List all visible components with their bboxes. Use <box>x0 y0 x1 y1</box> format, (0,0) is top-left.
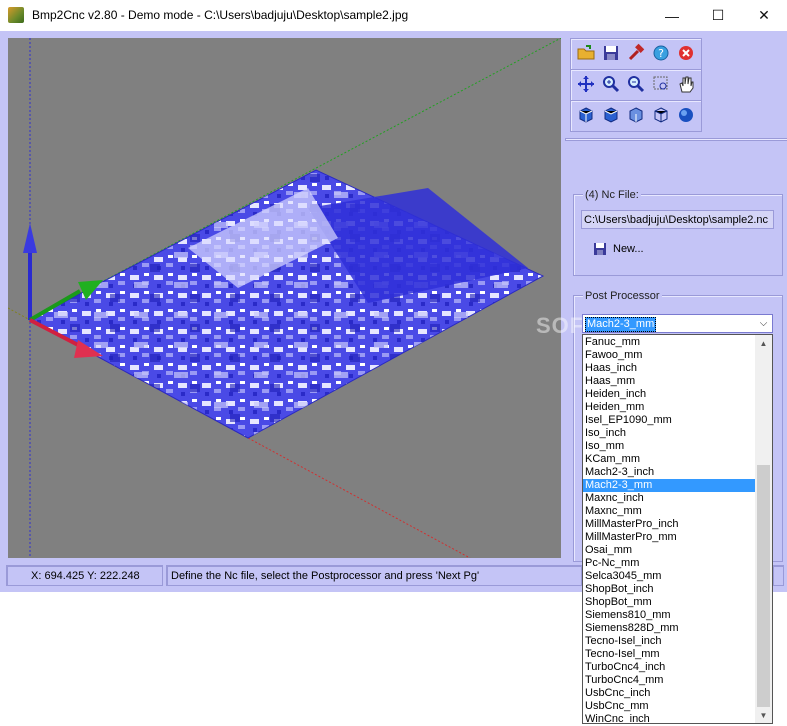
zoom-window-icon <box>653 76 668 90</box>
post-processor-option[interactable]: UsbCnc_inch <box>583 687 756 700</box>
post-processor-option[interactable]: Osai_mm <box>583 544 756 557</box>
app-icon <box>8 7 24 23</box>
close-button[interactable]: ✕ <box>741 0 787 31</box>
cube-view-2-icon <box>604 107 618 123</box>
chevron-down-icon[interactable]: ⌵ <box>755 315 772 332</box>
post-processor-option[interactable]: Siemens810_mm <box>583 609 756 622</box>
post-processor-label: Post Processor <box>583 290 662 302</box>
minimize-button[interactable]: — <box>649 0 695 31</box>
scroll-up-icon[interactable]: ▲ <box>755 335 772 351</box>
zoom-out-button[interactable] <box>626 74 646 94</box>
cube-wireframe-icon <box>654 107 668 123</box>
post-processor-options: Fanuc_mm Fawoo_mm Haas_inch Haas_mm Heiden_i… <box>583 336 756 723</box>
post-processor-option[interactable]: Heiden_inch <box>583 388 756 401</box>
zoom-in-icon <box>603 76 620 93</box>
hammer-button[interactable] <box>626 43 646 63</box>
post-processor-option[interactable]: WinCnc_inch <box>583 713 756 723</box>
viewport-canvas <box>8 38 561 558</box>
scroll-down-icon[interactable]: ▼ <box>755 707 772 723</box>
post-processor-option[interactable]: TurboCnc4_inch <box>583 661 756 674</box>
post-processor-dropdown[interactable]: Fanuc_mm Fawoo_mm Haas_inch Haas_mm Heiden_i… <box>582 334 773 724</box>
post-processor-option[interactable]: Siemens828D_mm <box>583 622 756 635</box>
post-processor-option[interactable]: Tecno-Isel_mm <box>583 648 756 661</box>
zoom-in-button[interactable] <box>601 74 621 94</box>
move-arrows-button[interactable] <box>576 74 596 94</box>
post-processor-option[interactable]: Maxnc_inch <box>583 492 756 505</box>
post-processor-option[interactable]: Iso_mm <box>583 440 756 453</box>
save-disk-button[interactable] <box>601 43 621 63</box>
cube-wireframe-button[interactable] <box>651 105 671 125</box>
post-processor-option[interactable]: ShopBot_inch <box>583 583 756 596</box>
post-processor-option[interactable]: MillMasterPro_inch <box>583 518 756 531</box>
post-processor-option[interactable]: ShopBot_mm <box>583 596 756 609</box>
status-grip <box>772 565 784 586</box>
right-panel-divider <box>565 138 787 141</box>
zoom-window-button[interactable] <box>651 74 671 94</box>
3d-viewport[interactable] <box>8 38 561 558</box>
post-processor-option[interactable]: KCam_mm <box>583 453 756 466</box>
post-processor-option[interactable]: Fanuc_mm <box>583 336 756 349</box>
post-processor-selected: Mach2-3_mm <box>585 317 657 332</box>
post-processor-combobox[interactable]: Mach2-3_mm ⌵ <box>582 314 773 333</box>
help-icon: ? <box>653 45 669 61</box>
scroll-thumb[interactable] <box>757 465 770 707</box>
post-processor-option[interactable]: UsbCnc_mm <box>583 700 756 713</box>
post-processor-option[interactable]: Maxnc_mm <box>583 505 756 518</box>
svg-text:?: ? <box>658 47 664 60</box>
cube-view-1-icon <box>579 107 593 123</box>
save-disk-icon <box>594 243 606 255</box>
open-folder-button[interactable] <box>576 43 596 63</box>
hammer-icon <box>628 43 645 61</box>
z-axis-arrow-head <box>23 223 37 253</box>
sphere-button[interactable] <box>676 105 696 125</box>
post-processor-option[interactable]: MillMasterPro_mm <box>583 531 756 544</box>
cube-view-2-button[interactable] <box>601 105 621 125</box>
cube-view-3-button[interactable] <box>626 105 646 125</box>
post-processor-option[interactable]: Tecno-Isel_inch <box>583 635 756 648</box>
new-button-label: New... <box>613 243 644 255</box>
close-red-button[interactable] <box>676 43 696 63</box>
nc-file-label: (4) Nc File: <box>583 189 641 201</box>
status-coordinates: X: 694.425 Y: 222.248 <box>6 565 163 586</box>
close-icon: ✕ <box>758 7 770 23</box>
hand-pan-icon <box>679 76 694 93</box>
save-disk-icon <box>604 46 618 60</box>
post-processor-option[interactable]: Haas_inch <box>583 362 756 375</box>
post-processor-option[interactable]: Pc-Nc_mm <box>583 557 756 570</box>
title-bar: Bmp2Cnc v2.80 - Demo mode - C:\Users\bad… <box>0 0 787 31</box>
post-processor-option[interactable]: Haas_mm <box>583 375 756 388</box>
post-processor-option[interactable]: Mach2-3_mm <box>583 479 756 492</box>
post-processor-option[interactable]: Selca3045_mm <box>583 570 756 583</box>
window-title: Bmp2Cnc v2.80 - Demo mode - C:\Users\bad… <box>32 8 409 22</box>
nc-file-group <box>573 194 783 276</box>
status-message: Define the Nc file, select the Postproce… <box>166 565 582 586</box>
cube-view-3-icon <box>629 107 643 123</box>
sphere-icon <box>679 108 693 122</box>
post-processor-option[interactable]: Iso_inch <box>583 427 756 440</box>
move-arrows-icon <box>578 76 594 92</box>
post-processor-option[interactable]: Mach2-3_inch <box>583 466 756 479</box>
cube-view-1-button[interactable] <box>576 105 596 125</box>
post-processor-option[interactable]: Fawoo_mm <box>583 349 756 362</box>
zoom-out-icon <box>628 76 645 93</box>
hand-pan-button[interactable] <box>676 74 696 94</box>
post-processor-option[interactable]: TurboCnc4_mm <box>583 674 756 687</box>
help-button[interactable]: ? <box>651 43 671 63</box>
nc-file-path-field[interactable]: C:\Users\badjuju\Desktop\sample2.nc <box>581 210 774 229</box>
close-red-icon <box>679 46 693 60</box>
minimize-icon: — <box>665 7 679 24</box>
open-folder-icon <box>577 45 595 60</box>
maximize-icon: ☐ <box>711 7 725 23</box>
new-nc-file-button[interactable]: New... <box>593 240 644 258</box>
post-processor-option[interactable]: Heiden_mm <box>583 401 756 414</box>
dropdown-scrollbar[interactable]: ▲ ▼ <box>755 335 772 723</box>
origin-guide <box>8 307 31 321</box>
maximize-button[interactable]: ☐ <box>695 0 741 31</box>
post-processor-option[interactable]: Isel_EP1090_mm <box>583 414 756 427</box>
